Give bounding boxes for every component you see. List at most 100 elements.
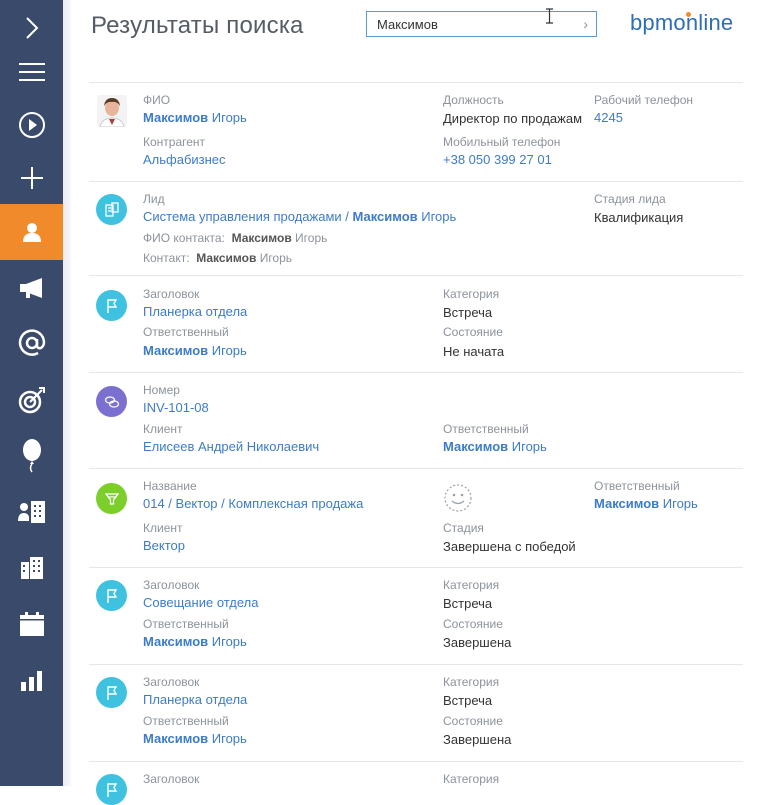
result-activity[interactable]: Заголовок Категория [89,761,743,805]
owner-link[interactable]: Максимов Игорь [143,731,247,746]
highlight: Максимов [143,110,209,125]
result-lead[interactable]: Лид Система управления продажами / Макси… [89,181,743,275]
field-value: Встреча [443,305,493,320]
sidebar-menu-button[interactable] [0,44,63,100]
owner-link[interactable]: Максимов Игорь [143,343,247,358]
field-value: Завершена [443,732,512,747]
mobile-phone-link[interactable]: +38 050 399 27 01 [443,152,552,167]
lead-link[interactable]: Система управления продажами / Максимов … [143,209,456,224]
search-input[interactable] [367,12,567,36]
field-label: Контакт: [143,251,190,265]
field-value: Встреча [443,693,493,708]
field-value: Директор по продажам [443,111,583,126]
result-activity[interactable]: Заголовок Планерка отдела Категория Встр… [89,275,743,372]
result-activity[interactable]: Заголовок Совещание отдела Категория Вст… [89,567,743,664]
field-label: ФИО контакта: [143,231,225,245]
field-label: Состояние [443,325,503,339]
field-value: Квалификация [594,210,684,225]
chevron-right-icon[interactable]: › [583,16,588,32]
activity-badge [96,290,127,321]
field-label: Название [143,479,197,493]
activity-link[interactable]: Планерка отдела [143,692,247,707]
play-icon [18,112,45,138]
contact-icon [22,223,41,242]
highlight: Максимов [443,439,509,454]
field-label: Категория [443,578,500,592]
sidebar-shadow [63,0,71,786]
field-label: Заголовок [143,578,200,592]
sidebar-item-calendar[interactable] [0,596,63,652]
contact-name-link[interactable]: Максимов Игорь [143,110,247,125]
sidebar-item-analytics[interactable] [0,652,63,708]
name-rest: Игорь [256,251,293,265]
owner-link[interactable]: Максимов Игорь [143,634,247,649]
field-label: Должность [443,93,504,107]
activity-badge [96,580,127,611]
work-phone-link[interactable]: 4245 [594,110,623,125]
name-rest: Игорь [508,439,547,454]
name-rest: Игорь [659,496,698,511]
opportunity-link[interactable]: 014 / Вектор / Комплексная продажа [143,496,363,511]
name-rest: Игорь [208,110,247,125]
name-rest: Игорь [208,731,247,746]
name-rest: Игорь [291,231,328,245]
flag-icon [106,298,117,313]
client-link[interactable]: Елисеев Андрей Николаевич [143,439,319,454]
result-activity[interactable]: Заголовок Планерка отдела Категория Встр… [89,664,743,761]
name-rest: Игорь [208,343,247,358]
owner-link[interactable]: Максимов Игорь [594,496,698,511]
calendar-icon [19,612,44,636]
accounts-icon [17,501,45,523]
result-invoice[interactable]: Номер INV-101-08 Клиент Елисеев Андрей Н… [89,372,743,468]
highlight: Максимов [143,731,209,746]
sidebar-item-email[interactable] [0,315,63,371]
activity-link[interactable]: Планерка отдела [143,304,247,319]
activity-link[interactable]: Совещание отдела [143,595,258,610]
field-label: Состояние [443,714,503,728]
flag-icon [106,685,117,700]
field-label: Номер [143,383,180,397]
lead-badge [96,194,127,225]
sidebar-item-accounts[interactable] [0,484,63,540]
field-label: Ответственный [594,479,680,493]
search-box[interactable]: › [366,11,597,37]
field-label: Состояние [443,617,503,631]
sidebar-item-add[interactable] [0,150,63,206]
field-label: ФИО [143,93,171,107]
logo-dot [686,12,691,17]
sidebar-item-goals[interactable] [0,372,63,428]
client-link[interactable]: Вектор [143,538,185,553]
highlight: Максимов [143,343,209,358]
field-label: Рабочий телефон [594,93,694,107]
sidebar-item-campaigns[interactable] [0,260,63,316]
highlight: Максимов [594,496,660,511]
owner-link[interactable]: Максимов Игорь [443,439,547,454]
highlight: Максимов [352,209,418,224]
sidebar-item-events[interactable] [0,428,63,484]
field-label: Ответственный [443,422,529,436]
field-label: Категория [443,772,500,786]
field-label: Стадия лида [594,192,666,206]
account-link[interactable]: Альфабизнес [143,152,226,167]
field-label: Ответственный [143,714,229,728]
result-contact[interactable]: ФИО Максимов Игорь Должность Директор по… [89,82,743,181]
building-icon [20,557,43,579]
text-cursor-icon [546,8,553,24]
field-value: Не начата [443,344,505,359]
field-label: Категория [443,287,500,301]
result-opportunity[interactable]: Название 014 / Вектор / Комплексная прод… [89,468,743,567]
field-label: Лид [143,192,165,206]
field-value: Встреча [443,596,493,611]
page-title: Результаты поиска [91,12,304,39]
field-label: Заголовок [143,675,200,689]
contact-photo [97,95,127,127]
sidebar-item-companies[interactable] [0,540,63,596]
sidebar-item-processes[interactable] [0,97,63,153]
field-label: Мобильный телефон [443,135,561,149]
funnel-icon [104,492,119,505]
field-label: Заголовок [143,287,200,301]
invoice-link[interactable]: INV-101-08 [143,400,209,415]
contact-line: Контакт: Максимов Игорь [143,251,292,265]
sidebar [0,0,63,786]
sidebar-item-contacts[interactable] [0,204,63,260]
